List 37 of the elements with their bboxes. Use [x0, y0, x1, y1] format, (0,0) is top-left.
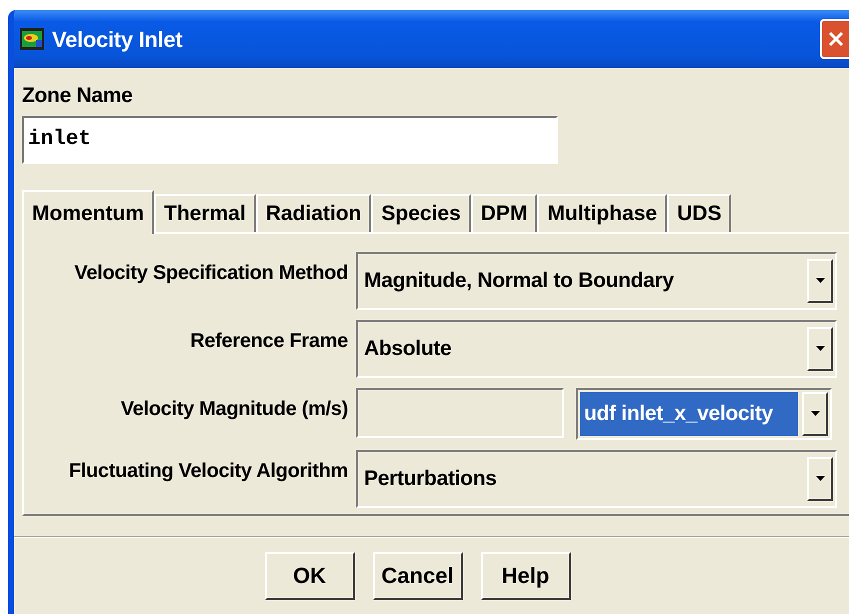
app-icon [20, 28, 44, 50]
dropdown-button[interactable] [807, 258, 833, 302]
tab[interactable]: Species [371, 194, 471, 232]
dropdown[interactable]: udf inlet_x_velocity [576, 388, 832, 440]
dialog-button[interactable]: OK [264, 552, 354, 600]
dropdown[interactable]: Magnitude, Normal to Boundary [356, 252, 837, 310]
dropdown-button[interactable] [802, 392, 828, 436]
field-label: Fluctuating Velocity Algorithm [68, 458, 348, 484]
dropdown-value: Absolute [363, 336, 452, 362]
caret-icon [810, 411, 820, 416]
dropdown-button[interactable] [807, 326, 833, 370]
tab[interactable]: Radiation [256, 194, 372, 232]
dropdown[interactable]: Absolute [356, 320, 837, 378]
dropdown-value: Perturbations [363, 466, 498, 492]
window-title: Velocity Inlet [52, 26, 182, 54]
tab[interactable]: Thermal [154, 194, 256, 232]
field-label: Reference Frame [189, 328, 348, 354]
dialog-button[interactable]: Help [480, 552, 570, 600]
dropdown-value: udf inlet_x_velocity [580, 392, 798, 436]
dialog-button[interactable]: Cancel [372, 552, 462, 600]
tab[interactable]: UDS [667, 194, 732, 232]
caret-icon [816, 476, 824, 481]
caret-icon [816, 278, 824, 283]
tab[interactable]: DPM [470, 194, 538, 232]
dropdown-button[interactable] [807, 456, 833, 500]
dropdown[interactable]: Perturbations [356, 450, 837, 508]
caret-icon [816, 346, 824, 351]
value-field[interactable] [356, 388, 564, 438]
tab[interactable]: Momentum [22, 190, 154, 234]
dropdown-value: Magnitude, Normal to Boundary [363, 268, 675, 294]
field-label: Velocity Magnitude (m/s) [120, 396, 348, 422]
field-label: Zone Name [22, 83, 134, 109]
zone-name-field[interactable]: inlet [22, 116, 558, 164]
close-icon [828, 31, 844, 47]
tab[interactable]: Multiphase [537, 194, 668, 232]
field-label: Velocity Specification Method [73, 260, 348, 286]
close-button[interactable] [820, 19, 849, 59]
